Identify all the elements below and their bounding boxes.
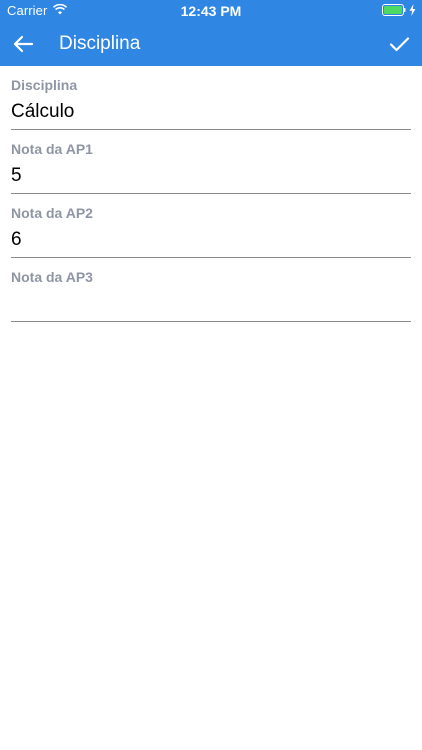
field-label-nota-ap1: Nota da AP1 — [11, 141, 93, 157]
field-nota-ap3: Nota da AP3 — [11, 258, 411, 322]
disciplina-input[interactable] — [11, 100, 411, 124]
app-bar: Disciplina — [0, 22, 422, 66]
field-nota-ap1: Nota da AP1 — [11, 130, 411, 194]
app-screen: Carrier 12:43 PM Disciplina Disciplina C… — [0, 0, 422, 750]
clock-time: 12:43 PM — [180, 3, 242, 19]
field-label-disciplina: Disciplina — [11, 77, 78, 93]
arrow-left-icon[interactable] — [12, 33, 34, 55]
nota-ap1-input[interactable] — [11, 164, 411, 188]
top-bar: Carrier 12:43 PM Disciplina — [0, 0, 422, 66]
page-title: Disciplina — [59, 33, 141, 54]
charging-bolt-icon — [409, 4, 416, 16]
field-label-nota-ap3: Nota da AP3 — [11, 269, 93, 285]
check-icon[interactable] — [388, 33, 410, 55]
nota-ap2-input[interactable] — [11, 228, 411, 252]
discipline-form: Disciplina Nota da AP1 Nota da AP2 Nota … — [0, 66, 422, 322]
status-bar: Carrier 12:43 PM — [0, 0, 422, 22]
battery-icon — [382, 4, 406, 16]
nota-ap3-input[interactable] — [11, 292, 411, 316]
field-nota-ap2: Nota da AP2 — [11, 194, 411, 258]
field-label-nota-ap2: Nota da AP2 — [11, 205, 93, 221]
field-disciplina: Disciplina — [11, 66, 411, 130]
